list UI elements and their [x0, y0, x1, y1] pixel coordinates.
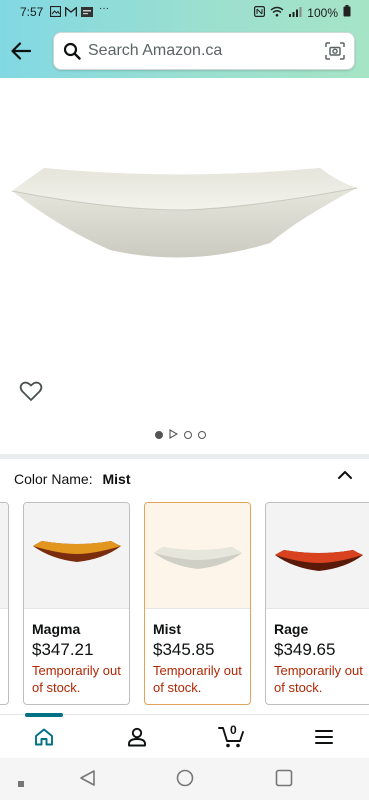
menu-icon [315, 730, 333, 744]
status-bar: 7:57 ··· 100% [0, 0, 369, 24]
wishlist-heart-icon[interactable] [19, 380, 43, 407]
search-icon [63, 42, 81, 65]
search-input[interactable] [88, 40, 318, 62]
carousel-dot[interactable] [155, 431, 163, 439]
signal-icon [289, 6, 302, 20]
system-navigation-bar [0, 758, 369, 800]
app-notification-icon [81, 6, 93, 20]
home-icon [35, 728, 53, 746]
swatch-price: $349.65 [274, 640, 336, 659]
product-image [11, 168, 358, 258]
header-bar: 7:57 ··· 100% [0, 0, 369, 78]
circle-home-icon [176, 769, 194, 787]
user-icon [128, 727, 146, 747]
gmail-icon [64, 6, 78, 20]
swatch-image [24, 503, 129, 609]
color-swatch-mist[interactable]: Mist $345.85 Temporarily out of stock. [144, 502, 251, 705]
triangle-back-icon [80, 770, 95, 786]
swatch-stock-status: Temporarily out of stock. [274, 663, 363, 695]
system-back-button[interactable] [78, 769, 96, 792]
selected-color: Mist [102, 471, 131, 487]
carousel-indicator [155, 426, 206, 444]
search-box[interactable] [53, 32, 355, 70]
status-time: 7:57 [20, 5, 44, 19]
nav-home-button[interactable] [30, 725, 58, 749]
swatch-name: Magma [32, 621, 81, 637]
bottom-navigation: 0 [0, 713, 369, 758]
back-button[interactable] [8, 38, 34, 64]
color-swatch-rage[interactable]: Rage $349.65 Temporarily out of stock. [265, 502, 369, 705]
battery-percent: 100% [307, 5, 338, 20]
swatch-name: Mist [153, 621, 181, 637]
swatch-image [145, 503, 250, 609]
product-image-carousel[interactable] [0, 78, 369, 454]
carousel-dot[interactable] [184, 431, 192, 439]
recent-dot-icon [18, 774, 24, 792]
system-recents-button[interactable] [275, 769, 293, 792]
video-play-icon[interactable] [169, 426, 179, 444]
nav-menu-button[interactable] [310, 725, 338, 749]
square-recents-icon [275, 769, 293, 787]
image-notification-icon [49, 5, 62, 20]
more-notifications-icon: ··· [99, 3, 109, 14]
nav-account-button[interactable] [123, 725, 151, 749]
swatch-price: $345.85 [153, 640, 215, 659]
swatch-price: $347.21 [32, 640, 94, 659]
color-swatch-magma[interactable]: Magma $347.21 Temporarily out of stock. [23, 502, 130, 705]
system-home-button[interactable] [176, 769, 194, 792]
color-swatch-list[interactable]: Magma $347.21 Temporarily out of stock. … [0, 502, 369, 705]
active-tab-indicator [25, 713, 63, 717]
color-swatch-card[interactable] [0, 502, 9, 705]
swatch-stock-status: Temporarily out of stock. [153, 663, 242, 695]
swatch-name: Rage [274, 621, 309, 637]
camera-search-icon[interactable] [325, 42, 345, 65]
swatch-image [266, 503, 369, 609]
color-selector-header: Color Name: Mist [14, 471, 130, 487]
chevron-up-icon[interactable] [337, 468, 353, 486]
battery-icon [343, 5, 351, 20]
carousel-dot[interactable] [198, 431, 206, 439]
cart-count-badge: 0 [230, 723, 237, 737]
swatch-stock-status: Temporarily out of stock. [32, 663, 121, 695]
nfc-icon [254, 5, 266, 20]
section-divider [0, 454, 369, 459]
wifi-icon [270, 6, 284, 20]
arrow-left-icon [11, 42, 31, 60]
color-label: Color Name: [14, 471, 93, 487]
